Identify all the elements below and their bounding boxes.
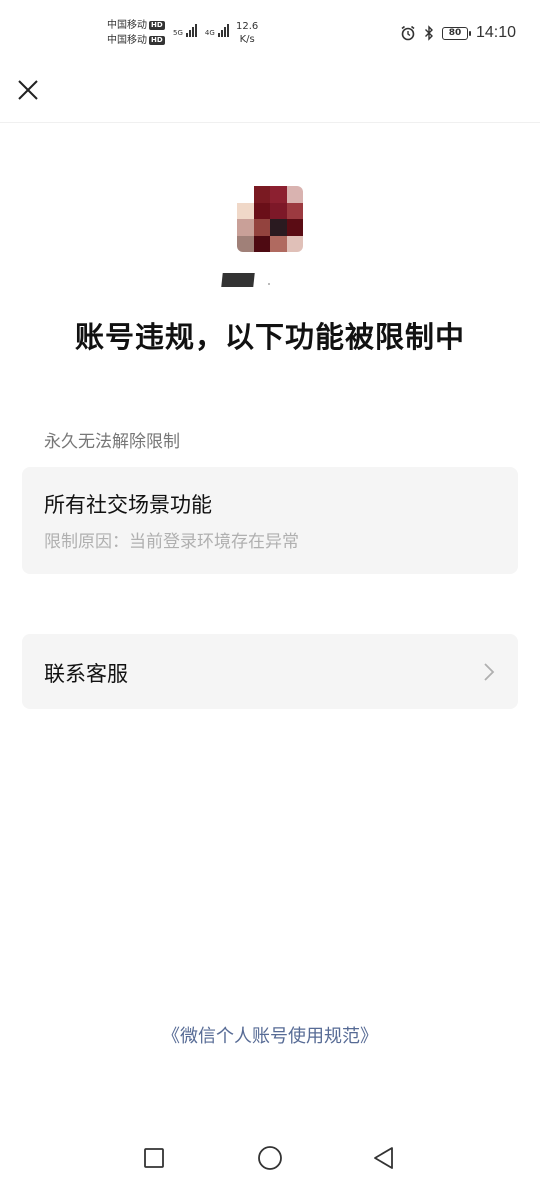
signal-icons: 5G 4G bbox=[173, 24, 229, 37]
speed-value: 12.6 bbox=[236, 21, 259, 32]
bluetooth-icon bbox=[424, 25, 433, 41]
carrier-1-label: 中国移动 bbox=[107, 20, 147, 31]
page-title: 账号违规，以下功能被限制中 bbox=[74, 320, 465, 354]
rules-link[interactable]: 《微信个人账号使用规范》 bbox=[0, 1022, 540, 1048]
close-button[interactable] bbox=[14, 76, 42, 104]
close-icon bbox=[18, 80, 38, 100]
signal-5g-icon: 5G bbox=[173, 24, 197, 37]
nav-bar bbox=[0, 68, 540, 123]
hd-badge: HD bbox=[149, 21, 165, 30]
nickname-mask bbox=[221, 273, 255, 287]
restriction-title: 所有社交场景功能 bbox=[44, 493, 212, 517]
home-button[interactable] bbox=[256, 1144, 284, 1172]
carrier-info: 中国移动 HD 中国移动 HD bbox=[107, 18, 165, 48]
back-button[interactable] bbox=[370, 1144, 398, 1172]
net-type-5g: 5G bbox=[173, 29, 183, 37]
restriction-card: 所有社交场景功能 限制原因：当前登录环境存在异常 bbox=[22, 467, 518, 574]
restriction-reason: 限制原因：当前登录环境存在异常 bbox=[44, 532, 299, 552]
speed-unit: K/s bbox=[239, 34, 255, 45]
square-icon bbox=[144, 1148, 164, 1168]
clock: 14:10 bbox=[475, 24, 516, 41]
nickname-dot bbox=[268, 283, 270, 285]
network-speed: 12.6 K/s bbox=[236, 20, 258, 46]
status-right: 80 14:10 bbox=[400, 24, 516, 42]
battery-icon: 80 bbox=[441, 26, 471, 40]
hd-badge: HD bbox=[149, 36, 165, 45]
system-nav-bar bbox=[0, 1126, 540, 1188]
alarm-icon bbox=[401, 25, 415, 41]
contact-support-button[interactable]: 联系客服 bbox=[22, 634, 518, 709]
avatar bbox=[237, 186, 303, 252]
triangle-back-icon bbox=[374, 1147, 393, 1169]
circle-icon bbox=[258, 1146, 282, 1170]
recent-apps-button[interactable] bbox=[140, 1144, 168, 1172]
contact-support-label: 联系客服 bbox=[44, 662, 128, 686]
section-label: 永久无法解除限制 bbox=[44, 432, 180, 452]
signal-4g-icon: 4G bbox=[205, 24, 229, 37]
battery-level: 80 bbox=[448, 28, 462, 38]
chevron-right-icon bbox=[484, 663, 495, 681]
carrier-2-label: 中国移动 bbox=[107, 35, 147, 46]
status-bar: 中国移动 HD 中国移动 HD 5G 4G 12.6 K/s 80 14:10 bbox=[0, 0, 540, 68]
net-type-4g: 4G bbox=[204, 29, 215, 37]
